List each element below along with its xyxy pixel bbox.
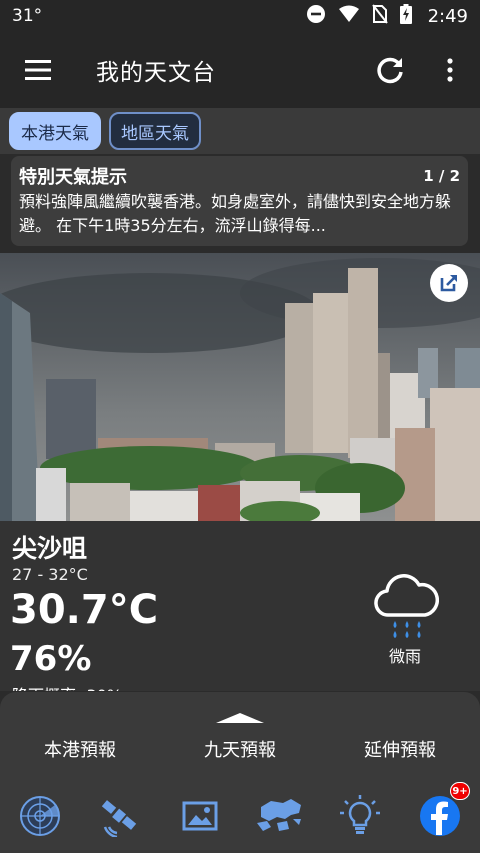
nav-facebook[interactable]: 9+ [410, 782, 470, 842]
extended-outlook-link[interactable]: 延伸預報 [320, 736, 480, 762]
nav-regional-map[interactable] [250, 790, 310, 842]
chevron-up-icon [216, 713, 264, 723]
warning-title: 特別天氣提示 [19, 167, 127, 188]
rain-probability: 降雨概率: 30% [12, 682, 122, 691]
photo-icon [182, 801, 218, 831]
refresh-icon [377, 57, 403, 84]
app-bar: 我的天文台 [0, 32, 480, 108]
refresh-button[interactable] [360, 32, 420, 108]
nav-weather-tips[interactable] [330, 790, 390, 842]
current-weather-panel: 尖沙咀 27 - 32°C 30.7°C 76% 降雨概率: 30% 微雨 [0, 521, 480, 691]
more-options-button[interactable] [420, 32, 480, 108]
share-button[interactable] [430, 264, 468, 302]
nav-satellite[interactable] [90, 790, 150, 842]
bottom-navigation: 9+ [0, 782, 480, 842]
do-not-disturb-icon [306, 4, 326, 29]
status-time: 2:49 [427, 5, 468, 27]
temperature-range: 27 - 32°C [12, 565, 88, 584]
bottom-sheet: 本港預報 九天預報 延伸預報 9+ [0, 692, 480, 853]
rain-cloud-icon [373, 571, 439, 645]
tab-regional-weather[interactable]: 地區天氣 [109, 112, 201, 150]
tab-bar: 本港天氣 地區天氣 [0, 108, 480, 154]
status-bar: 31° 2:49 [0, 0, 480, 32]
tab-local-weather[interactable]: 本港天氣 [9, 112, 101, 150]
page-title: 我的天文台 [96, 60, 216, 86]
notification-badge: 9+ [450, 782, 470, 800]
weather-condition: 微雨 [389, 647, 422, 666]
local-forecast-link[interactable]: 本港預報 [0, 736, 160, 762]
open-external-icon [440, 275, 457, 292]
warning-text: 預料強陣風繼續吹襲香港。如身處室外，請儘快到安全地方躲避。 在下午1時35分左右… [19, 192, 452, 235]
no-sim-icon [371, 3, 388, 29]
current-humidity: 76% [10, 639, 92, 679]
status-temperature: 31° [12, 6, 43, 26]
facebook-icon [420, 796, 460, 836]
hk-map-icon [257, 799, 301, 831]
nine-day-forecast-link[interactable]: 九天預報 [160, 736, 320, 762]
battery-charging-icon [399, 3, 412, 29]
nav-webcam-photos[interactable] [170, 790, 230, 842]
special-weather-tips-card[interactable]: 特別天氣提示 1 / 2 預料強陣風繼續吹襲香港。如身處室外，請儘快到安全地方躲… [11, 156, 468, 246]
satellite-icon [101, 800, 137, 837]
menu-button[interactable] [0, 32, 76, 108]
more-vert-icon [447, 58, 453, 82]
lightbulb-icon [340, 795, 380, 834]
wifi-icon [338, 5, 360, 28]
expand-handle[interactable] [216, 708, 264, 727]
current-temperature: 30.7°C [10, 587, 159, 633]
warning-page-indicator: 1 / 2 [423, 167, 460, 185]
hamburger-icon [25, 60, 51, 80]
radar-icon [20, 796, 60, 836]
location-name: 尖沙咀 [12, 534, 88, 563]
webcam-image[interactable] [0, 253, 480, 521]
nav-radar[interactable] [10, 790, 70, 842]
